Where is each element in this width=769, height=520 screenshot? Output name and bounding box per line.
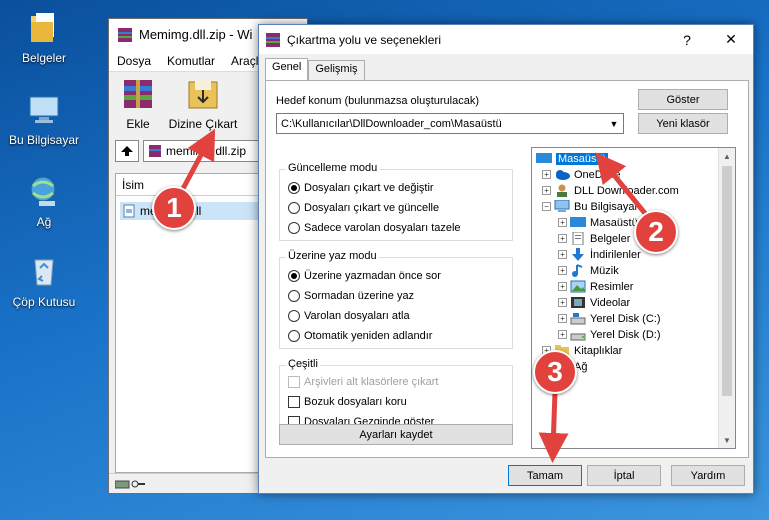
step-marker-2: 2 bbox=[634, 210, 678, 254]
arrow-3 bbox=[538, 391, 569, 463]
annotation-arrows bbox=[175, 128, 654, 463]
step-marker-3: 3 bbox=[533, 350, 577, 394]
step-marker-1: 1 bbox=[152, 186, 196, 230]
